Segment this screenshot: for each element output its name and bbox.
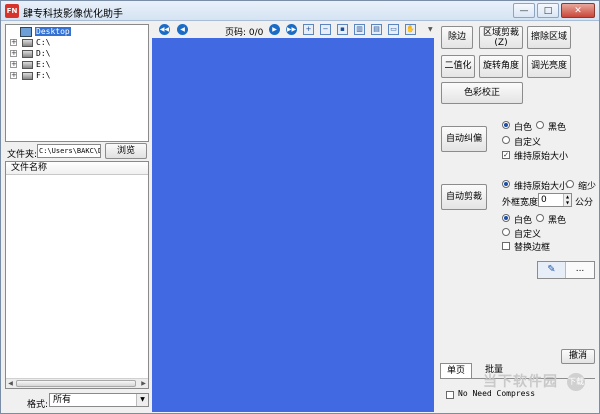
erase-region-button[interactable]: 擦除区域 — [527, 26, 571, 49]
page-indicator: 页码: 0/0 — [225, 25, 263, 38]
crop-black-label: 黑色 — [548, 216, 567, 226]
expand-icon[interactable]: + — [10, 50, 17, 57]
format-select[interactable]: 所有 ▼ — [49, 393, 149, 407]
format-selected-value: 所有 — [53, 395, 72, 405]
tree-item-drive-c[interactable]: C:\ — [36, 37, 50, 48]
replace-border-checkbox[interactable] — [502, 242, 510, 250]
file-name-column-header[interactable]: 文件名称 — [6, 162, 148, 175]
tree-item-drive-d[interactable]: D:\ — [36, 48, 50, 59]
crop-shrink-label: 缩少 — [578, 182, 597, 192]
fit-page-icon[interactable]: ▥ — [354, 24, 365, 35]
app-window: FN 肆专科技影像优化助手 — □ ✕ Desktop + C:\ + D:\ … — [0, 0, 600, 414]
tree-item-drive-e[interactable]: E:\ — [36, 59, 50, 70]
tree-item-label: Desktop — [35, 27, 71, 36]
scrollbar-thumb[interactable] — [16, 380, 136, 387]
deskew-custom-radio[interactable] — [502, 136, 510, 144]
no-compress-checkbox[interactable] — [446, 391, 454, 399]
deskew-white-label: 白色 — [514, 123, 533, 133]
region-crop-button[interactable]: 区域剪裁(Z) — [479, 26, 523, 49]
title-bar[interactable]: FN 肆专科技影像优化助手 — □ ✕ — [1, 1, 599, 21]
dual-page-icon[interactable]: ▤ — [371, 24, 382, 35]
app-logo-icon: FN — [5, 4, 19, 18]
deskew-keep-size-label: 维持原始大小 — [514, 152, 569, 162]
color-picker: ✎ ... — [537, 261, 595, 279]
scroll-left-icon[interactable]: ◀ — [6, 380, 15, 388]
border-width-stepper[interactable]: 0 ▲ ▼ — [538, 193, 572, 207]
folder-label: 文件夹: — [7, 150, 38, 160]
crop-keep-size-radio[interactable] — [502, 180, 510, 188]
deskew-black-label: 黑色 — [548, 123, 567, 133]
border-unit-label: 公分 — [575, 198, 594, 208]
format-label: 格式: — [27, 400, 49, 410]
border-width-value: 0 — [541, 195, 547, 205]
viewer-toolbar: ◀◀ ◀ 页码: 0/0 ▶ ▶▶ + − ▪ ▥ ▤ ▭ ✋ ▼ — [153, 21, 435, 38]
expand-icon[interactable]: + — [10, 72, 17, 79]
toolbar-overflow-icon[interactable]: ▼ — [428, 24, 435, 35]
minimize-icon: — — [519, 6, 529, 16]
crop-shrink-radio[interactable] — [566, 180, 574, 188]
crop-keep-size-label: 维持原始大小 — [514, 182, 569, 192]
undo-button[interactable]: 撤消 — [561, 349, 595, 364]
drive-icon — [22, 39, 33, 47]
close-button[interactable]: ✕ — [561, 3, 595, 18]
drive-icon — [22, 50, 33, 58]
crop-custom-label: 自定义 — [514, 230, 542, 240]
minimize-button[interactable]: — — [513, 3, 535, 18]
hand-tool-icon[interactable]: ✋ — [405, 24, 416, 35]
rotate-angle-button[interactable]: 旋转角度 — [479, 55, 523, 78]
tree-item-desktop[interactable]: Desktop — [35, 26, 71, 37]
border-width-label: 外框宽度 — [502, 198, 539, 208]
more-options-button[interactable]: ... — [568, 264, 592, 276]
next-page-icon[interactable]: ▶ — [269, 24, 280, 35]
maximize-button[interactable]: □ — [537, 3, 559, 18]
close-icon: ✕ — [574, 6, 582, 16]
drive-icon — [22, 61, 33, 69]
crop-white-label: 白色 — [514, 216, 533, 226]
stepper-arrows-icon[interactable]: ▲ ▼ — [563, 194, 571, 206]
image-canvas[interactable] — [152, 38, 434, 412]
crop-white-radio[interactable] — [502, 214, 510, 222]
save-icon[interactable]: ▪ — [337, 24, 348, 35]
zoom-in-icon[interactable]: + — [303, 24, 314, 35]
auto-crop-button[interactable]: 自动剪裁 — [441, 184, 487, 210]
maximize-icon: □ — [543, 6, 553, 16]
zoom-out-icon[interactable]: − — [320, 24, 331, 35]
watermark: 当下软件园 — [483, 374, 558, 390]
deskew-white-radio[interactable] — [502, 121, 510, 129]
file-list[interactable]: 文件名称 ◀ ▶ — [5, 161, 149, 389]
expand-icon[interactable]: + — [10, 61, 17, 68]
window-title: 肆专科技影像优化助手 — [23, 9, 123, 20]
expand-icon[interactable]: + — [10, 39, 17, 46]
prev-page-icon[interactable]: ◀ — [177, 24, 188, 35]
folder-tree[interactable]: Desktop + C:\ + D:\ + E:\ + F:\ — [5, 24, 149, 142]
replace-border-label: 替换边框 — [514, 243, 551, 253]
last-page-icon[interactable]: ▶▶ — [286, 24, 297, 35]
chevron-down-icon: ▼ — [136, 394, 148, 406]
tab-single-page[interactable]: 单页 — [440, 363, 472, 378]
desktop-icon — [20, 27, 32, 37]
browse-button[interactable]: 浏览 — [105, 143, 147, 159]
folder-path-field[interactable]: C:\Users\BAKC\D — [37, 144, 101, 158]
auto-deskew-button[interactable]: 自动纠偏 — [441, 126, 487, 152]
select-region-icon[interactable]: ▭ — [388, 24, 399, 35]
pencil-icon[interactable]: ✎ — [538, 262, 566, 278]
color-correction-button[interactable]: 色彩校正 — [441, 82, 523, 104]
scroll-right-icon[interactable]: ▶ — [139, 380, 148, 388]
window-controls: — □ ✕ — [513, 3, 595, 18]
binarize-button[interactable]: 二值化 — [441, 55, 475, 78]
deskew-custom-label: 自定义 — [514, 138, 542, 148]
watermark-badge: 下载 — [567, 373, 585, 391]
brightness-button[interactable]: 调光亮度 — [527, 55, 571, 78]
crop-custom-radio[interactable] — [502, 228, 510, 236]
drive-icon — [22, 72, 33, 80]
horizontal-scrollbar[interactable]: ◀ ▶ — [6, 378, 148, 388]
first-page-icon[interactable]: ◀◀ — [159, 24, 170, 35]
page-label: 页码: — [225, 28, 247, 38]
page-value: 0/0 — [248, 28, 264, 38]
deskew-black-radio[interactable] — [536, 121, 544, 129]
tree-item-drive-f[interactable]: F:\ — [36, 70, 50, 81]
remove-edge-button[interactable]: 除边 — [441, 26, 473, 49]
deskew-keep-size-checkbox[interactable]: ✓ — [502, 151, 510, 159]
crop-black-radio[interactable] — [536, 214, 544, 222]
